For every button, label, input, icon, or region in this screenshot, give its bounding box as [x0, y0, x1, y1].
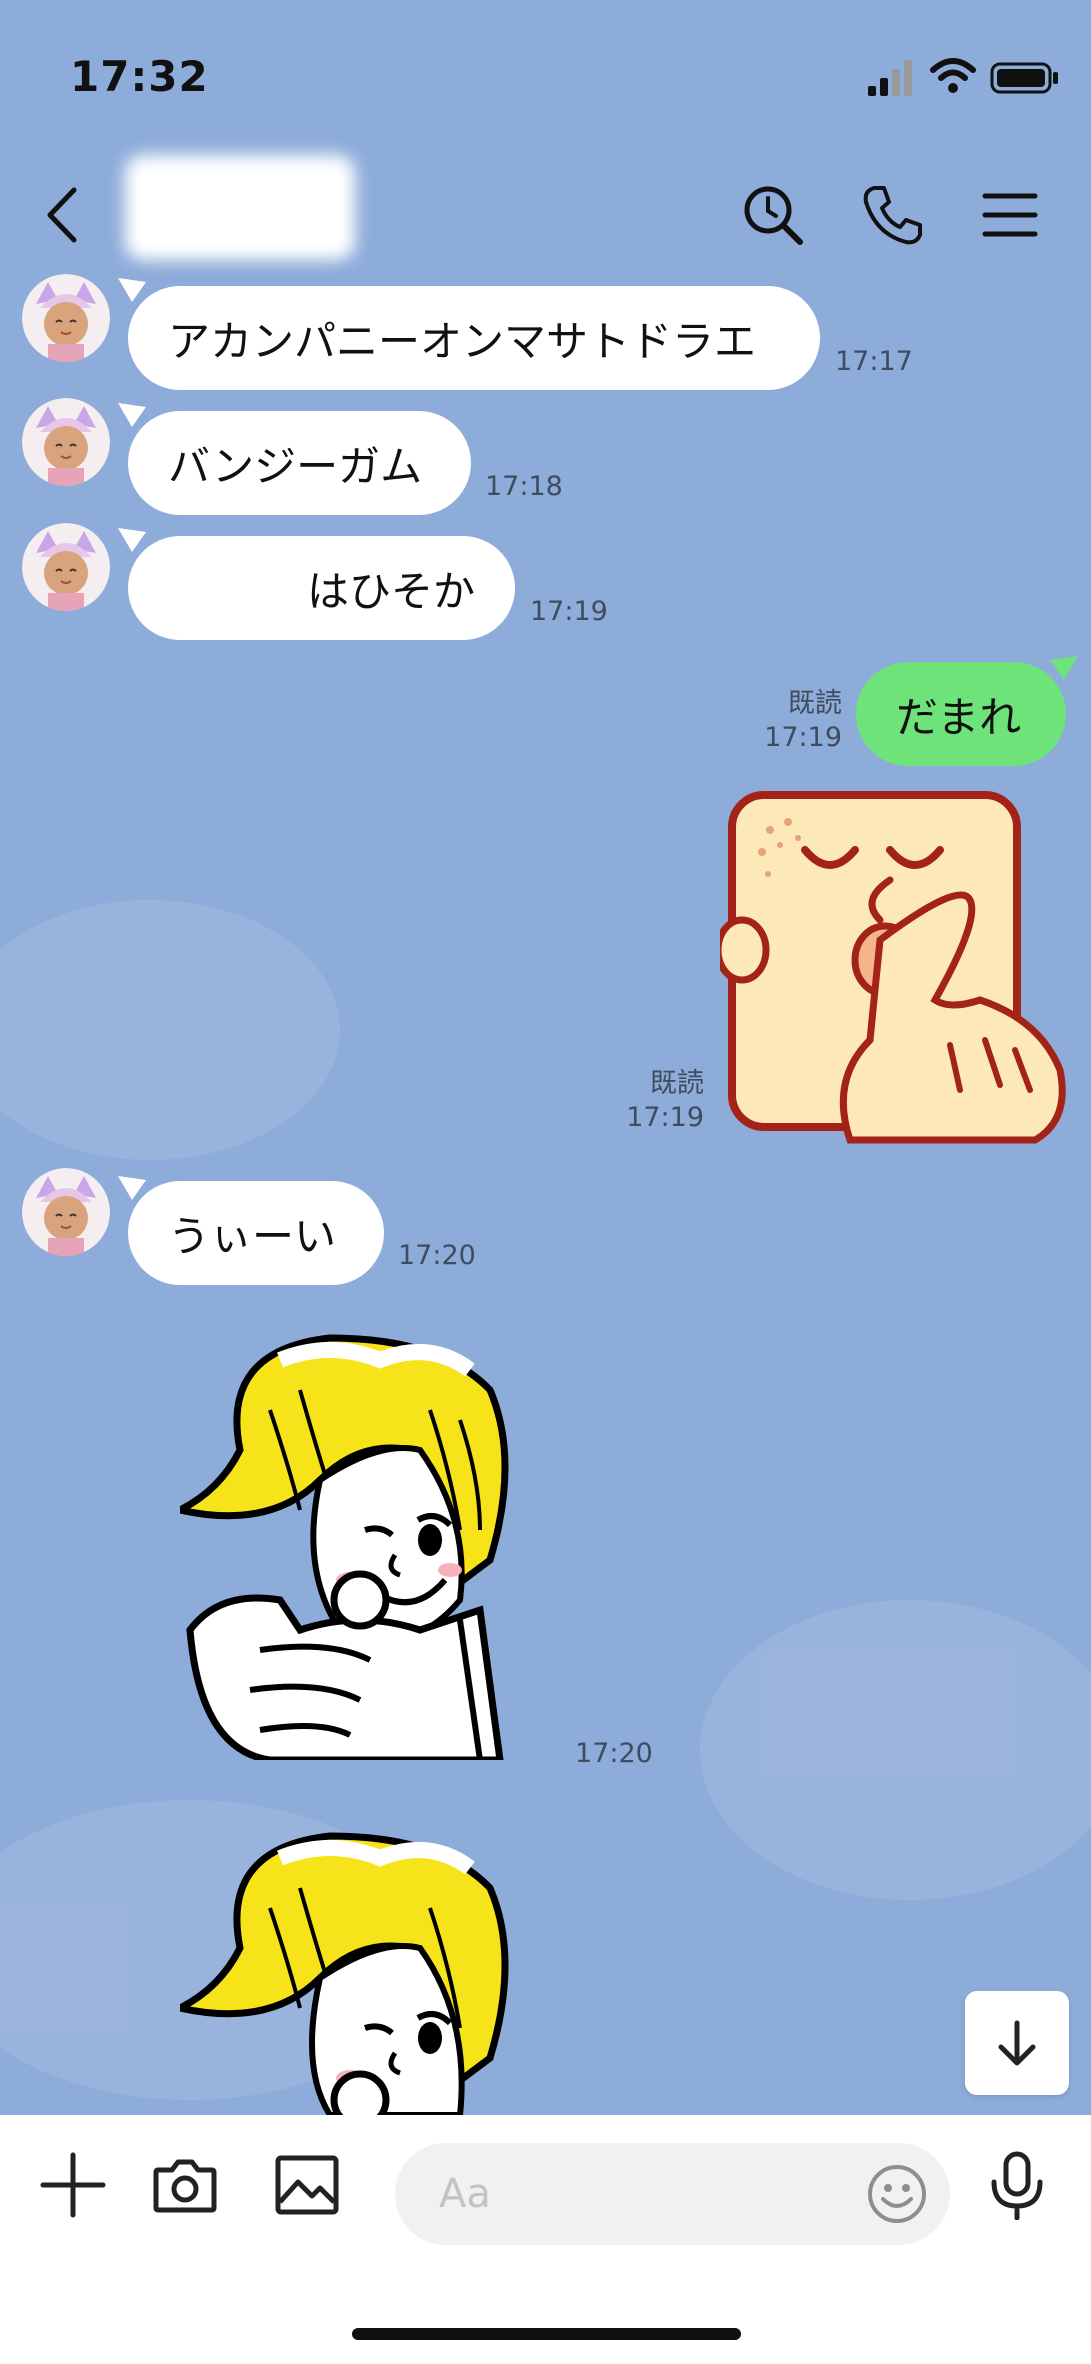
contact-name[interactable] [125, 155, 355, 260]
shh-sticker[interactable] [720, 790, 1070, 1145]
home-indicator [352, 2328, 741, 2340]
battery-icon [990, 62, 1058, 94]
smiley-icon[interactable] [866, 2163, 928, 2225]
pointing-sticker[interactable] [180, 1828, 510, 2115]
message-bubble[interactable]: アカンパニーオンマサトドラエ [128, 286, 820, 390]
message-bubble-mine[interactable]: だまれ [856, 662, 1066, 766]
avatar[interactable] [22, 1168, 110, 1256]
read-receipt: 既読 [788, 688, 842, 719]
cellular-signal-icon [868, 60, 912, 96]
chevron-left-icon[interactable] [28, 180, 98, 250]
message-time: 17:19 [530, 596, 608, 627]
search-icon[interactable] [738, 180, 808, 250]
message-bubble[interactable]: はひそか [128, 536, 515, 640]
scroll-to-bottom-button[interactable] [965, 1991, 1069, 2095]
microphone-icon[interactable] [982, 2150, 1052, 2220]
status-time: 17:32 [70, 52, 209, 101]
message-input[interactable]: Aa [395, 2143, 950, 2245]
message-time: 17:18 [485, 471, 563, 502]
arrow-down-icon [998, 2020, 1036, 2066]
status-bar: 17:32 [0, 0, 1091, 150]
message-time: 17:20 [398, 1240, 476, 1271]
camera-icon[interactable] [150, 2150, 220, 2220]
avatar[interactable] [22, 274, 110, 362]
background-cloud [0, 900, 340, 1160]
avatar[interactable] [22, 523, 110, 611]
message-input-bar: Aa [0, 2115, 1091, 2364]
menu-icon[interactable] [975, 180, 1045, 250]
plus-icon[interactable] [38, 2150, 108, 2220]
pointing-sticker[interactable] [180, 1330, 510, 1760]
phone-icon[interactable] [858, 180, 928, 250]
bubble-tail [1050, 656, 1078, 680]
message-time: 17:20 [575, 1738, 653, 1769]
chat-screen: 17:32 アカンパニーオンマサトドラエ 17:17 バンジーガム 17:18 … [0, 0, 1091, 2364]
image-icon[interactable] [272, 2150, 342, 2220]
message-bubble[interactable]: うぃーい [128, 1181, 384, 1285]
message-time: 17:17 [835, 346, 913, 377]
background-cloud [700, 1600, 1091, 1900]
input-placeholder: Aa [439, 2171, 491, 2217]
message-bubble[interactable]: バンジーガム [128, 411, 471, 515]
read-receipt: 既読 [650, 1068, 704, 1099]
message-time: 17:19 [764, 722, 842, 753]
message-time: 17:19 [626, 1102, 704, 1133]
wifi-icon [930, 58, 976, 93]
avatar[interactable] [22, 398, 110, 486]
